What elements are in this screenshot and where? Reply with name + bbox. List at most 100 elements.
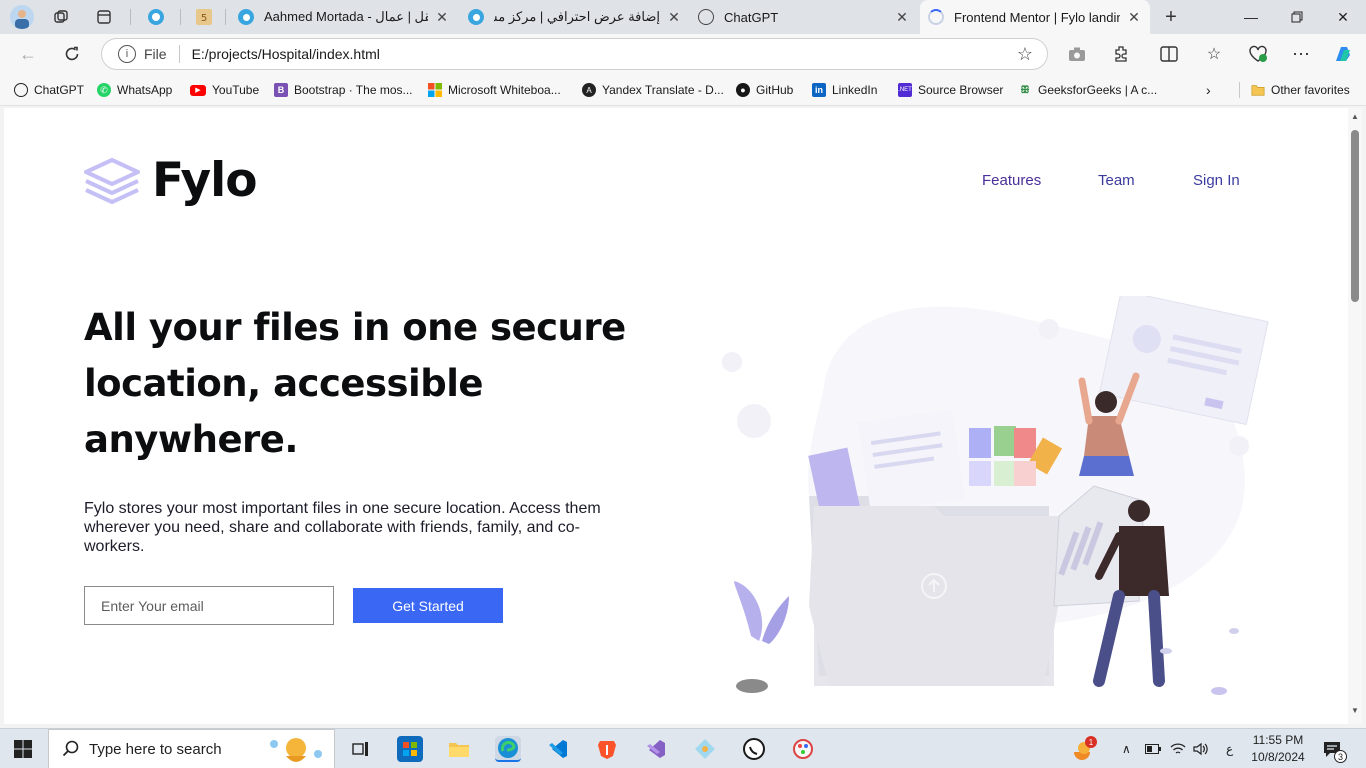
address-bar[interactable]: i File E:/projects/Hospital/index.html ☆: [101, 38, 1048, 70]
dotnet-icon: .NET: [898, 83, 912, 97]
close-icon[interactable]: ✕: [666, 9, 682, 26]
favorite-star-icon[interactable]: ☆: [1017, 44, 1033, 65]
page-scrollbar[interactable]: ▲ ▼: [1348, 108, 1362, 724]
start-button[interactable]: [10, 736, 36, 762]
fav-label: YouTube: [212, 83, 260, 97]
fav-yandex[interactable]: A Yandex Translate - D...: [582, 81, 724, 99]
get-started-button[interactable]: Get Started: [353, 588, 503, 623]
tab-chatgpt[interactable]: ChatGPT ✕: [690, 0, 918, 34]
fav-bootstrap[interactable]: B Bootstrap · The mos...: [274, 81, 413, 99]
taskbar: Type here to search 1 ∧ ع 11:55 PM 10/8/…: [0, 728, 1366, 768]
visual-studio-icon[interactable]: [643, 736, 669, 762]
profile-avatar[interactable]: [10, 5, 34, 29]
input-language[interactable]: ع: [1226, 729, 1233, 768]
favorites-overflow-button[interactable]: ›: [1206, 81, 1211, 99]
wifi-icon[interactable]: [1170, 729, 1186, 768]
page-viewport: Fylo Features Team Sign In All your file…: [4, 108, 1348, 724]
close-icon[interactable]: ✕: [434, 9, 450, 26]
fav-label: Microsoft Whiteboa...: [448, 83, 561, 97]
fylo-logo[interactable]: Fylo: [84, 153, 258, 208]
fav-label: ChatGPT: [34, 83, 85, 97]
divider: [1239, 82, 1240, 98]
yandex-icon: A: [582, 83, 596, 97]
url-text[interactable]: E:/projects/Hospital/index.html: [192, 46, 380, 62]
notifications-button[interactable]: 3: [1322, 729, 1347, 768]
fav-linkedin[interactable]: in LinkedIn: [812, 81, 877, 99]
email-input[interactable]: [84, 586, 334, 625]
paint-app-icon[interactable]: [790, 736, 816, 762]
volume-icon[interactable]: [1193, 729, 1209, 768]
tab-label: ChatGPT: [724, 9, 779, 25]
fav-whiteboard[interactable]: Microsoft Whiteboa...: [428, 81, 561, 99]
info-icon[interactable]: i: [118, 45, 136, 63]
nav-features[interactable]: Features: [982, 172, 1041, 189]
taskbar-search[interactable]: Type here to search: [48, 729, 335, 768]
camera-icon[interactable]: [1065, 42, 1089, 66]
nav-sign-in[interactable]: Sign In: [1193, 172, 1240, 189]
close-icon: ✕: [1337, 8, 1349, 25]
arrow-left-icon: ←: [19, 43, 37, 64]
extensions-icon[interactable]: [1109, 42, 1133, 66]
close-icon[interactable]: ✕: [894, 9, 910, 26]
show-hidden-icons[interactable]: ∧: [1122, 729, 1131, 768]
fav-geeksforgeeks[interactable]: ꕥ GeeksforGeeks | A c...: [1018, 81, 1157, 99]
whatsapp-app-icon[interactable]: [741, 736, 767, 762]
scroll-up-icon[interactable]: ▲: [1351, 112, 1359, 121]
tab-label: Aahmed Mortada - مستقل | عمال: [264, 9, 428, 24]
file-explorer-icon[interactable]: [446, 736, 472, 762]
weather-widget[interactable]: 1: [1070, 729, 1097, 768]
browser-essentials-icon[interactable]: [1246, 42, 1270, 66]
clock-date: 10/8/2024: [1251, 750, 1305, 764]
favorites-icon[interactable]: ☆: [1202, 42, 1226, 66]
refresh-button[interactable]: [58, 40, 86, 68]
tab-mortada[interactable]: Aahmed Mortada - مستقل | عمال ✕: [230, 0, 458, 34]
globe-icon: [238, 9, 254, 25]
minimize-icon: —: [1244, 9, 1258, 25]
split-screen-icon[interactable]: [1157, 42, 1181, 66]
youtube-icon: ▶: [190, 84, 206, 96]
workspaces-icon[interactable]: [50, 6, 72, 28]
fav-source-browser[interactable]: .NET Source Browser: [898, 81, 1003, 99]
github-desktop-icon[interactable]: [692, 736, 718, 762]
brave-icon[interactable]: [594, 736, 620, 762]
chevron-right-icon: ›: [1206, 82, 1211, 98]
fav-label: GitHub: [756, 83, 794, 97]
tab-bar: 5 Aahmed Mortada - مستقل | عمال ✕ إضافة …: [0, 0, 1366, 34]
divider: [178, 45, 180, 63]
copilot-icon[interactable]: [1331, 42, 1355, 66]
new-tab-button[interactable]: +: [1160, 6, 1182, 28]
minimize-button[interactable]: —: [1228, 0, 1274, 34]
tab-actions-icon[interactable]: [93, 6, 115, 28]
more-options-icon[interactable]: ⋯: [1289, 42, 1313, 66]
tab-mostaql[interactable]: إضافة عرض احترافي | مركز مساعد ✕: [460, 0, 690, 34]
edge-icon[interactable]: [495, 736, 521, 762]
scrollbar-thumb[interactable]: [1351, 130, 1359, 302]
restore-button[interactable]: [1274, 0, 1320, 34]
bootstrap-icon: B: [274, 83, 288, 97]
logo-text: Fylo: [152, 153, 258, 208]
nav-team[interactable]: Team: [1098, 172, 1135, 189]
openai-icon: [14, 83, 28, 97]
back-button[interactable]: ←: [14, 40, 42, 68]
tab-frontend-mentor[interactable]: Frontend Mentor | Fylo landing ✕: [920, 0, 1150, 34]
tab-label: إضافة عرض احترافي | مركز مساعد: [494, 9, 660, 24]
microsoft-store-icon[interactable]: [397, 736, 423, 762]
pinned-tab-1[interactable]: [145, 6, 167, 28]
pinned-tab-2[interactable]: 5: [193, 6, 215, 28]
fav-chatgpt[interactable]: ChatGPT: [14, 81, 84, 99]
other-favorites[interactable]: Other favorites: [1251, 81, 1350, 99]
scroll-down-icon[interactable]: ▼: [1351, 706, 1359, 715]
clock[interactable]: 11:55 PM 10/8/2024: [1246, 729, 1310, 768]
svg-text:5: 5: [201, 13, 207, 24]
close-window-button[interactable]: ✕: [1320, 0, 1366, 34]
fav-whatsapp[interactable]: ✆ WhatsApp: [97, 81, 172, 99]
battery-icon[interactable]: [1145, 729, 1161, 768]
folder-icon: [1251, 83, 1265, 97]
address-row: ← i File E:/projects/Hospital/index.html…: [0, 34, 1366, 74]
task-view-icon[interactable]: [348, 736, 374, 762]
fav-youtube[interactable]: ▶ YouTube: [190, 81, 259, 99]
gfg-icon: ꕥ: [1020, 84, 1030, 96]
close-icon[interactable]: ✕: [1126, 9, 1142, 26]
fav-github[interactable]: ● GitHub: [736, 81, 793, 99]
vscode-icon[interactable]: [545, 736, 571, 762]
